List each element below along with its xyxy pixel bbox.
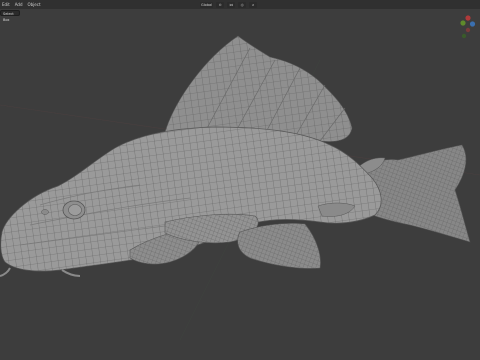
menu-add[interactable]: Add [15, 2, 23, 7]
pivot-icon[interactable]: ⊙ [216, 1, 225, 8]
menu-edit[interactable]: Edit [2, 2, 10, 7]
3d-viewport[interactable] [0, 9, 480, 360]
transform-orientation-dropdown[interactable]: Global [200, 1, 214, 8]
proportional-edit-icon[interactable]: ◎ [238, 1, 247, 8]
transform-toolbar: Global ⊙ ⋈ ◎ ∧ [200, 1, 258, 8]
eye [68, 204, 82, 216]
menu-object[interactable]: Object [28, 2, 41, 7]
transform-orientation-label: Global [201, 2, 213, 7]
menu-bar: Edit Add Object [0, 0, 41, 9]
pleco-fish-mesh[interactable] [0, 35, 471, 277]
snap-icon[interactable]: ⋈ [227, 1, 236, 8]
falloff-icon[interactable]: ∧ [249, 1, 258, 8]
